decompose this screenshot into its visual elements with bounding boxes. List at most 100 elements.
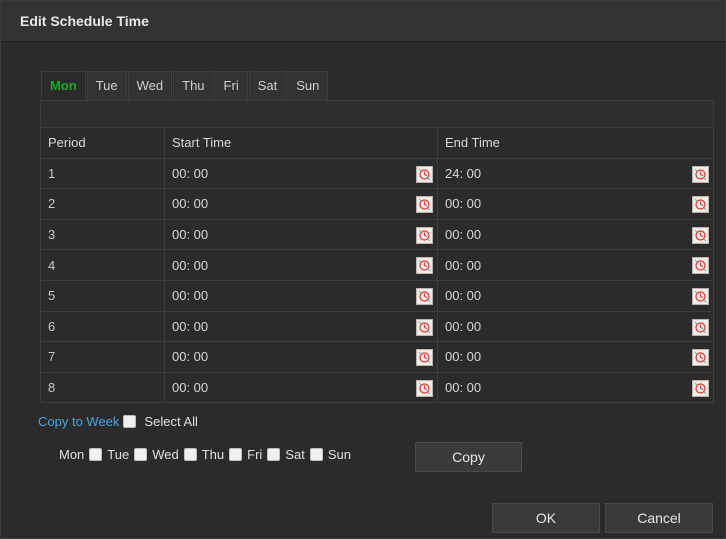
end-time-cell: 00: 00 [437,341,713,373]
table-row: 5 00: 00 00: 00 [41,280,713,312]
copy-day-checkbox-sun[interactable] [309,448,323,461]
table-row: 2 00: 00 00: 00 [41,188,713,220]
schedule-table: Period Start Time End Time 1 00: 00 24: 00… [40,100,714,404]
select-all-label: Select All [144,414,198,429]
end-time-value[interactable]: 00: 00 [445,288,481,303]
start-time-cell: 00: 00 [164,280,438,312]
period-number: 4 [41,249,165,281]
edit-schedule-dialog: Edit Schedule Time Mon Tue Wed Thu Fri S… [0,0,726,539]
start-time-picker-clock-icon[interactable] [416,257,433,275]
start-time-picker-clock-icon[interactable] [416,226,433,244]
table-row: 1 00: 00 24: 00 [41,158,713,190]
copy-day-checkbox-fri[interactable] [229,448,243,461]
select-all-checkbox[interactable] [123,415,137,428]
tab-thu[interactable]: Thu [173,71,214,101]
start-time-picker-clock-icon[interactable] [416,196,433,214]
copy-to-week-row: Copy to Week Select All [38,414,198,429]
copy-day-checkbox-wed[interactable] [134,448,148,461]
tab-sun[interactable]: Sun [287,71,329,101]
start-time-picker-clock-icon[interactable] [416,318,433,336]
start-time-value[interactable]: 00: 00 [172,258,208,273]
tab-wed[interactable]: Wed [127,71,173,101]
copy-day-label-mon: Mon [59,447,85,462]
end-time-picker-clock-icon[interactable] [692,226,709,244]
table-row: 4 00: 00 00: 00 [41,249,713,281]
table-row: 8 00: 00 00: 00 [41,372,714,403]
period-number: 7 [41,341,165,373]
table-row: 6 00: 00 00: 00 [41,311,713,343]
copy-day-label-wed: Wed [152,447,179,462]
tab-tue[interactable]: Tue [86,71,127,101]
start-time-value[interactable]: 00: 00 [172,227,208,242]
table-row: 7 00: 00 00: 00 [41,341,713,373]
tab-fri[interactable]: Fri [214,71,248,101]
dialog-title: Edit Schedule Time [20,13,149,29]
start-time-cell: 00: 00 [164,311,438,343]
start-time-value[interactable]: 00: 00 [172,380,208,395]
start-time-value[interactable]: 00: 00 [172,349,208,364]
end-time-value[interactable]: 00: 00 [445,349,481,364]
start-time-cell: 00: 00 [164,158,438,190]
start-time-picker-clock-icon[interactable] [416,349,433,367]
start-time-value[interactable]: 00: 00 [172,166,208,181]
header-end-time: End Time [437,128,713,159]
copy-button[interactable]: Copy [415,442,522,472]
period-number: 2 [41,188,165,220]
end-time-picker-clock-icon[interactable] [692,349,709,367]
start-time-cell: 00: 00 [164,188,438,220]
header-period: Period [41,128,165,159]
end-time-value[interactable]: 00: 00 [445,380,481,395]
end-time-value[interactable]: 24: 00 [445,166,481,181]
copy-day-label-fri: Fri [247,447,263,462]
end-time-picker-clock-icon[interactable] [692,196,709,214]
copy-day-label-sat: Sat [285,447,305,462]
period-number: 3 [41,219,165,251]
end-time-value[interactable]: 00: 00 [445,319,481,334]
day-tabs: Mon Tue Wed Thu Fri Sat Sun [41,71,329,101]
start-time-cell: 00: 00 [164,249,438,281]
table-header-row: Period Start Time End Time [41,128,713,159]
start-time-cell: 00: 00 [164,341,438,373]
period-number: 5 [41,280,165,312]
ok-button[interactable]: OK [492,503,600,533]
start-time-value[interactable]: 00: 00 [172,196,208,211]
period-number: 6 [41,311,165,343]
table-top-bar [41,101,713,128]
copy-to-week-link[interactable]: Copy to Week [38,414,119,429]
end-time-cell: 00: 00 [437,280,713,312]
end-time-value[interactable]: 00: 00 [445,258,481,273]
end-time-picker-clock-icon[interactable] [692,318,709,336]
start-time-value[interactable]: 00: 00 [172,319,208,334]
table-row: 3 00: 00 00: 00 [41,219,713,251]
period-number: 8 [41,372,165,403]
copy-days-row: Mon Tue Wed Thu Fri Sat Sun [59,447,356,462]
end-time-picker-clock-icon[interactable] [692,287,709,305]
end-time-cell: 00: 00 [437,249,713,281]
start-time-cell: 00: 00 [164,372,438,403]
start-time-picker-clock-icon[interactable] [416,379,433,397]
copy-day-label-tue: Tue [107,447,130,462]
period-number: 1 [41,158,165,190]
end-time-picker-clock-icon[interactable] [692,379,709,397]
copy-day-checkbox-tue[interactable] [89,448,103,461]
period-table: Period Start Time End Time 1 00: 00 24: 00… [41,128,714,403]
end-time-picker-clock-icon[interactable] [692,257,709,275]
header-start-time: Start Time [164,128,438,159]
dialog-titlebar: Edit Schedule Time [1,1,725,42]
end-time-value[interactable]: 00: 00 [445,196,481,211]
start-time-value[interactable]: 00: 00 [172,288,208,303]
tab-mon[interactable]: Mon [41,71,86,101]
copy-day-checkbox-thu[interactable] [183,448,197,461]
tab-sat[interactable]: Sat [248,71,287,101]
end-time-cell: 00: 00 [437,188,713,220]
end-time-cell: 00: 00 [437,311,713,343]
cancel-button[interactable]: Cancel [605,503,713,533]
copy-day-checkbox-sat[interactable] [267,448,281,461]
start-time-picker-clock-icon[interactable] [416,287,433,305]
end-time-value[interactable]: 00: 00 [445,227,481,242]
start-time-picker-clock-icon[interactable] [416,165,433,183]
end-time-picker-clock-icon[interactable] [692,165,709,183]
start-time-cell: 00: 00 [164,219,438,251]
end-time-cell: 00: 00 [438,372,714,402]
copy-day-label-sun: Sun [327,447,351,462]
